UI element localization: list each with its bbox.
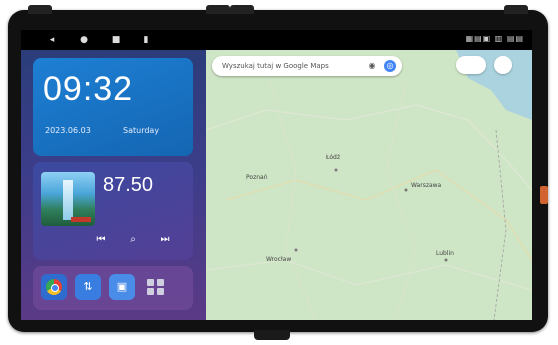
gallery-icon[interactable]: ▣ xyxy=(109,274,135,300)
map-view[interactable]: Łódź Warszawa Poznań Wrocław Lublin Wysz… xyxy=(206,50,532,320)
radio-frequency: 87.50 xyxy=(103,174,154,196)
map-label: Warszawa xyxy=(411,182,442,189)
mount-clip xyxy=(230,5,254,14)
clock-time: 09:32 xyxy=(43,70,134,108)
status-bar: ◂ ● ■ ▮ ▦▤▣ ▥ ▤▤ xyxy=(21,30,532,50)
search-icon[interactable]: ⌕ xyxy=(125,232,141,248)
mount-clip xyxy=(28,5,52,14)
map-canvas xyxy=(206,50,532,320)
recents-icon[interactable]: ■ xyxy=(109,33,123,47)
radio-widget[interactable]: 87.50 ⏮ ⌕ ⏭ xyxy=(33,162,193,260)
mount-foot xyxy=(254,330,290,340)
voice-search-icon[interactable]: ◉ xyxy=(366,60,378,72)
side-button[interactable] xyxy=(540,186,548,204)
app-dock: ⇅ ▣ xyxy=(33,266,193,310)
status-indicators: ▦▤▣ ▥ ▤▤ xyxy=(465,34,524,43)
radio-artwork xyxy=(41,172,95,226)
launcher-panel: 09:32 2023.06.03 Saturday 87.50 ⏮ ⌕ ⏭ ⇅ … xyxy=(21,50,206,320)
mount-clip xyxy=(206,5,230,14)
back-icon[interactable]: ◂ xyxy=(45,33,59,47)
map-label: Łódź xyxy=(326,154,341,161)
previous-icon[interactable]: ⏮ xyxy=(93,232,109,248)
equalizer-icon[interactable]: ⇅ xyxy=(75,274,101,300)
mount-clip xyxy=(504,5,528,14)
clock-day: Saturday xyxy=(123,126,160,135)
info-icon[interactable]: ▮ xyxy=(139,33,153,47)
headunit-device: ◂ ● ■ ▮ ▦▤▣ ▥ ▤▤ 09:32 2023.06.03 Saturd… xyxy=(8,5,548,340)
map-search-bar[interactable]: Wyszukaj tutaj w Google Maps ◉ ◎ xyxy=(212,56,402,76)
screen: ◂ ● ■ ▮ ▦▤▣ ▥ ▤▤ 09:32 2023.06.03 Saturd… xyxy=(21,30,532,320)
map-layer-button[interactable] xyxy=(456,56,486,74)
map-label: Lublin xyxy=(436,250,454,257)
account-button[interactable] xyxy=(494,56,512,74)
clock-date: 2023.06.03 xyxy=(45,126,91,135)
search-placeholder: Wyszukaj tutaj w Google Maps xyxy=(222,62,329,70)
next-icon[interactable]: ⏭ xyxy=(157,232,173,248)
home-icon[interactable]: ● xyxy=(77,33,91,47)
lens-icon[interactable]: ◎ xyxy=(384,60,396,72)
clock-widget[interactable]: 09:32 2023.06.03 Saturday xyxy=(33,58,193,156)
apps-grid-icon[interactable] xyxy=(143,274,169,300)
chrome-icon[interactable] xyxy=(41,274,67,300)
map-label: Poznań xyxy=(246,174,268,181)
map-label: Wrocław xyxy=(266,256,292,263)
